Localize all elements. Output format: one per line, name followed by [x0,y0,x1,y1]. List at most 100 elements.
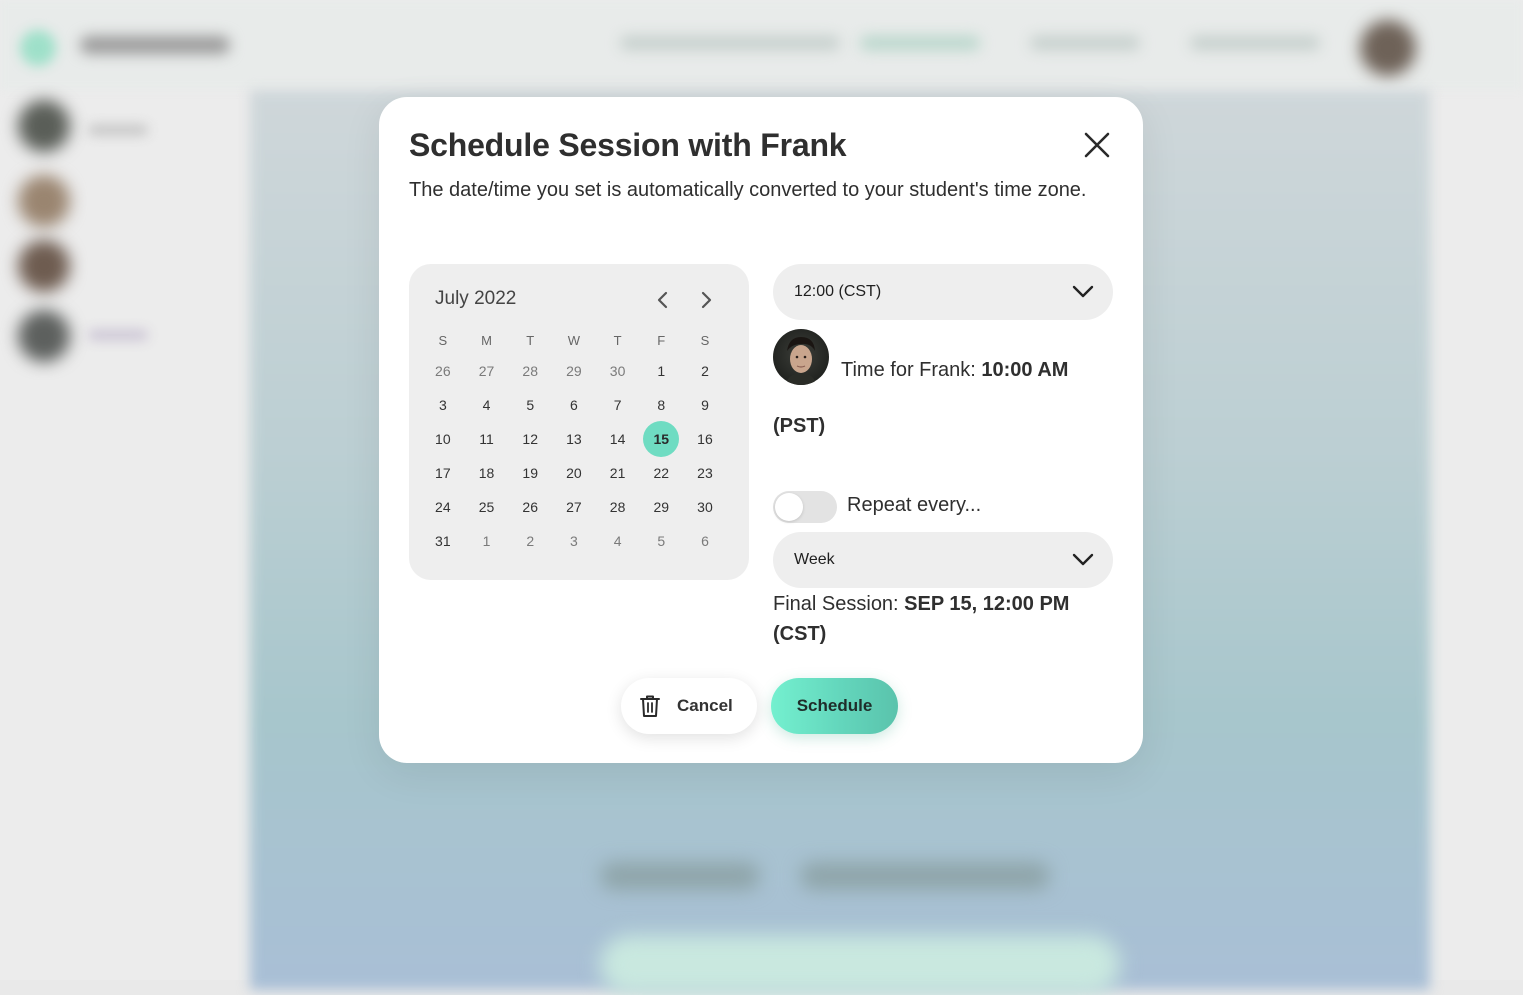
calendar-week-row: 10 11 12 13 14 15 16 [421,421,737,457]
calendar-day[interactable]: 16 [683,422,727,456]
background-bar [600,862,760,890]
chevron-left-icon [657,291,668,309]
calendar-month-label: July 2022 [435,288,517,309]
session-time-value: 12:00 (CST) [794,283,882,300]
schedule-session-dialog: Schedule Session with Frank The date/tim… [379,97,1143,763]
schedule-button[interactable]: Schedule [771,678,898,734]
background-button [600,935,1120,995]
weekday-label: T [526,332,535,348]
calendar-week-row: 17 18 19 20 21 22 23 [421,456,737,490]
background-nav-item [860,36,980,50]
background-user-avatar [1360,20,1416,76]
background-nav-item [1190,36,1320,50]
calendar-day[interactable]: 30 [683,490,727,524]
background-bar [800,862,1050,890]
close-icon [1084,132,1110,158]
calendar-day-outside-month[interactable]: 28 [508,354,552,388]
weekday-label: M [481,332,492,348]
calendar-day[interactable]: 25 [465,490,509,524]
repeat-interval-value: Week [794,551,835,568]
calendar-week-row: 26 27 28 29 30 1 2 [421,354,737,388]
final-session-prefix: Final Session: [773,593,905,615]
calendar-day[interactable]: 4 [465,388,509,422]
calendar-day-outside-month[interactable]: 5 [639,524,683,558]
calendar-day[interactable]: 3 [421,388,465,422]
calendar-day[interactable]: 28 [596,490,640,524]
calendar-day[interactable]: 22 [639,456,683,490]
calendar-day-outside-month[interactable]: 1 [465,524,509,558]
selected-day-highlight: 15 [643,421,680,457]
previous-month-button[interactable] [651,288,675,312]
date-picker-calendar: July 2022 SMTWTFS 26 27 28 29 30 1 2 3 4 5 6 7 8 9 10 1… [409,264,749,580]
calendar-day[interactable]: 13 [552,422,596,456]
repeat-interval-select[interactable]: Week [773,532,1113,588]
calendar-day[interactable]: 14 [596,422,640,456]
trash-icon [640,695,660,717]
calendar-day[interactable]: 9 [683,388,727,422]
calendar-weekday-row: SMTWTFS [421,326,737,354]
close-button[interactable] [1079,127,1115,163]
toggle-knob [775,493,803,521]
weekday-label: T [613,332,622,348]
calendar-day[interactable]: 18 [465,456,509,490]
calendar-day[interactable]: 24 [421,490,465,524]
calendar-day[interactable]: 1 [639,354,683,388]
calendar-day[interactable]: 10 [421,422,465,456]
calendar-day[interactable]: 12 [508,422,552,456]
repeat-toggle[interactable] [773,491,837,523]
calendar-day[interactable]: 6 [552,388,596,422]
calendar-week-row: 31 1 2 3 4 5 6 [421,524,737,558]
calendar-day[interactable]: 8 [639,388,683,422]
dialog-subtitle: The date/time you set is automatically c… [409,179,1087,201]
calendar-day-outside-month[interactable]: 29 [552,354,596,388]
calendar-day[interactable]: 17 [421,456,465,490]
background-sidebar-line [88,125,148,135]
calendar-day[interactable]: 7 [596,388,640,422]
student-time-prefix: Time for Frank: [841,359,982,381]
weekday-label: S [700,332,710,348]
calendar-day-outside-month[interactable]: 6 [683,524,727,558]
calendar-grid: SMTWTFS 26 27 28 29 30 1 2 3 4 5 6 7 8 9 10 11 12 13 14 15 1… [421,326,737,558]
cancel-button[interactable]: Cancel [621,678,757,734]
calendar-day[interactable]: 11 [465,422,509,456]
chevron-right-icon [701,291,712,309]
calendar-day[interactable]: 23 [683,456,727,490]
weekday-label: F [657,332,666,348]
calendar-day[interactable]: 19 [508,456,552,490]
background-sidebar-avatar [18,310,70,362]
background-sidebar-avatar [18,240,70,292]
background-sidebar-avatar [18,100,70,152]
background-logo-text [80,36,230,54]
weekday-label: S [438,332,448,348]
calendar-day-outside-month[interactable]: 30 [596,354,640,388]
calendar-day-outside-month[interactable]: 27 [465,354,509,388]
calendar-week-row: 3456789 [421,388,737,422]
background-sidebar-avatar [18,175,70,227]
background-nav-item [1030,36,1140,50]
background-nav-item [620,36,840,50]
cancel-button-label: Cancel [677,696,733,715]
calendar-day[interactable]: 27 [552,490,596,524]
calendar-day-selected[interactable]: 15 [639,421,683,457]
calendar-day[interactable]: 5 [508,388,552,422]
calendar-day[interactable]: 31 [421,524,465,558]
calendar-week-row: 24 25 26 27 28 29 30 [421,490,737,524]
session-time-select[interactable]: 12:00 (CST) [773,264,1113,320]
dialog-title: Schedule Session with Frank [409,127,847,163]
background-sidebar-line [88,330,148,340]
calendar-day-outside-month[interactable]: 4 [596,524,640,558]
chevron-down-icon [1072,553,1094,566]
next-month-button[interactable] [694,288,718,312]
calendar-day[interactable]: 29 [639,490,683,524]
calendar-day[interactable]: 20 [552,456,596,490]
calendar-day-outside-month[interactable]: 26 [421,354,465,388]
final-session-text: Final Session: SEP 15, 12:00 PM (CST) [773,589,1103,649]
calendar-day[interactable]: 21 [596,456,640,490]
chevron-down-icon [1072,285,1094,298]
repeat-label: Repeat every... [847,494,982,516]
background-logo [20,30,56,66]
calendar-day-outside-month[interactable]: 2 [508,524,552,558]
calendar-day-outside-month[interactable]: 3 [552,524,596,558]
calendar-day[interactable]: 26 [508,490,552,524]
calendar-day[interactable]: 2 [683,354,727,388]
